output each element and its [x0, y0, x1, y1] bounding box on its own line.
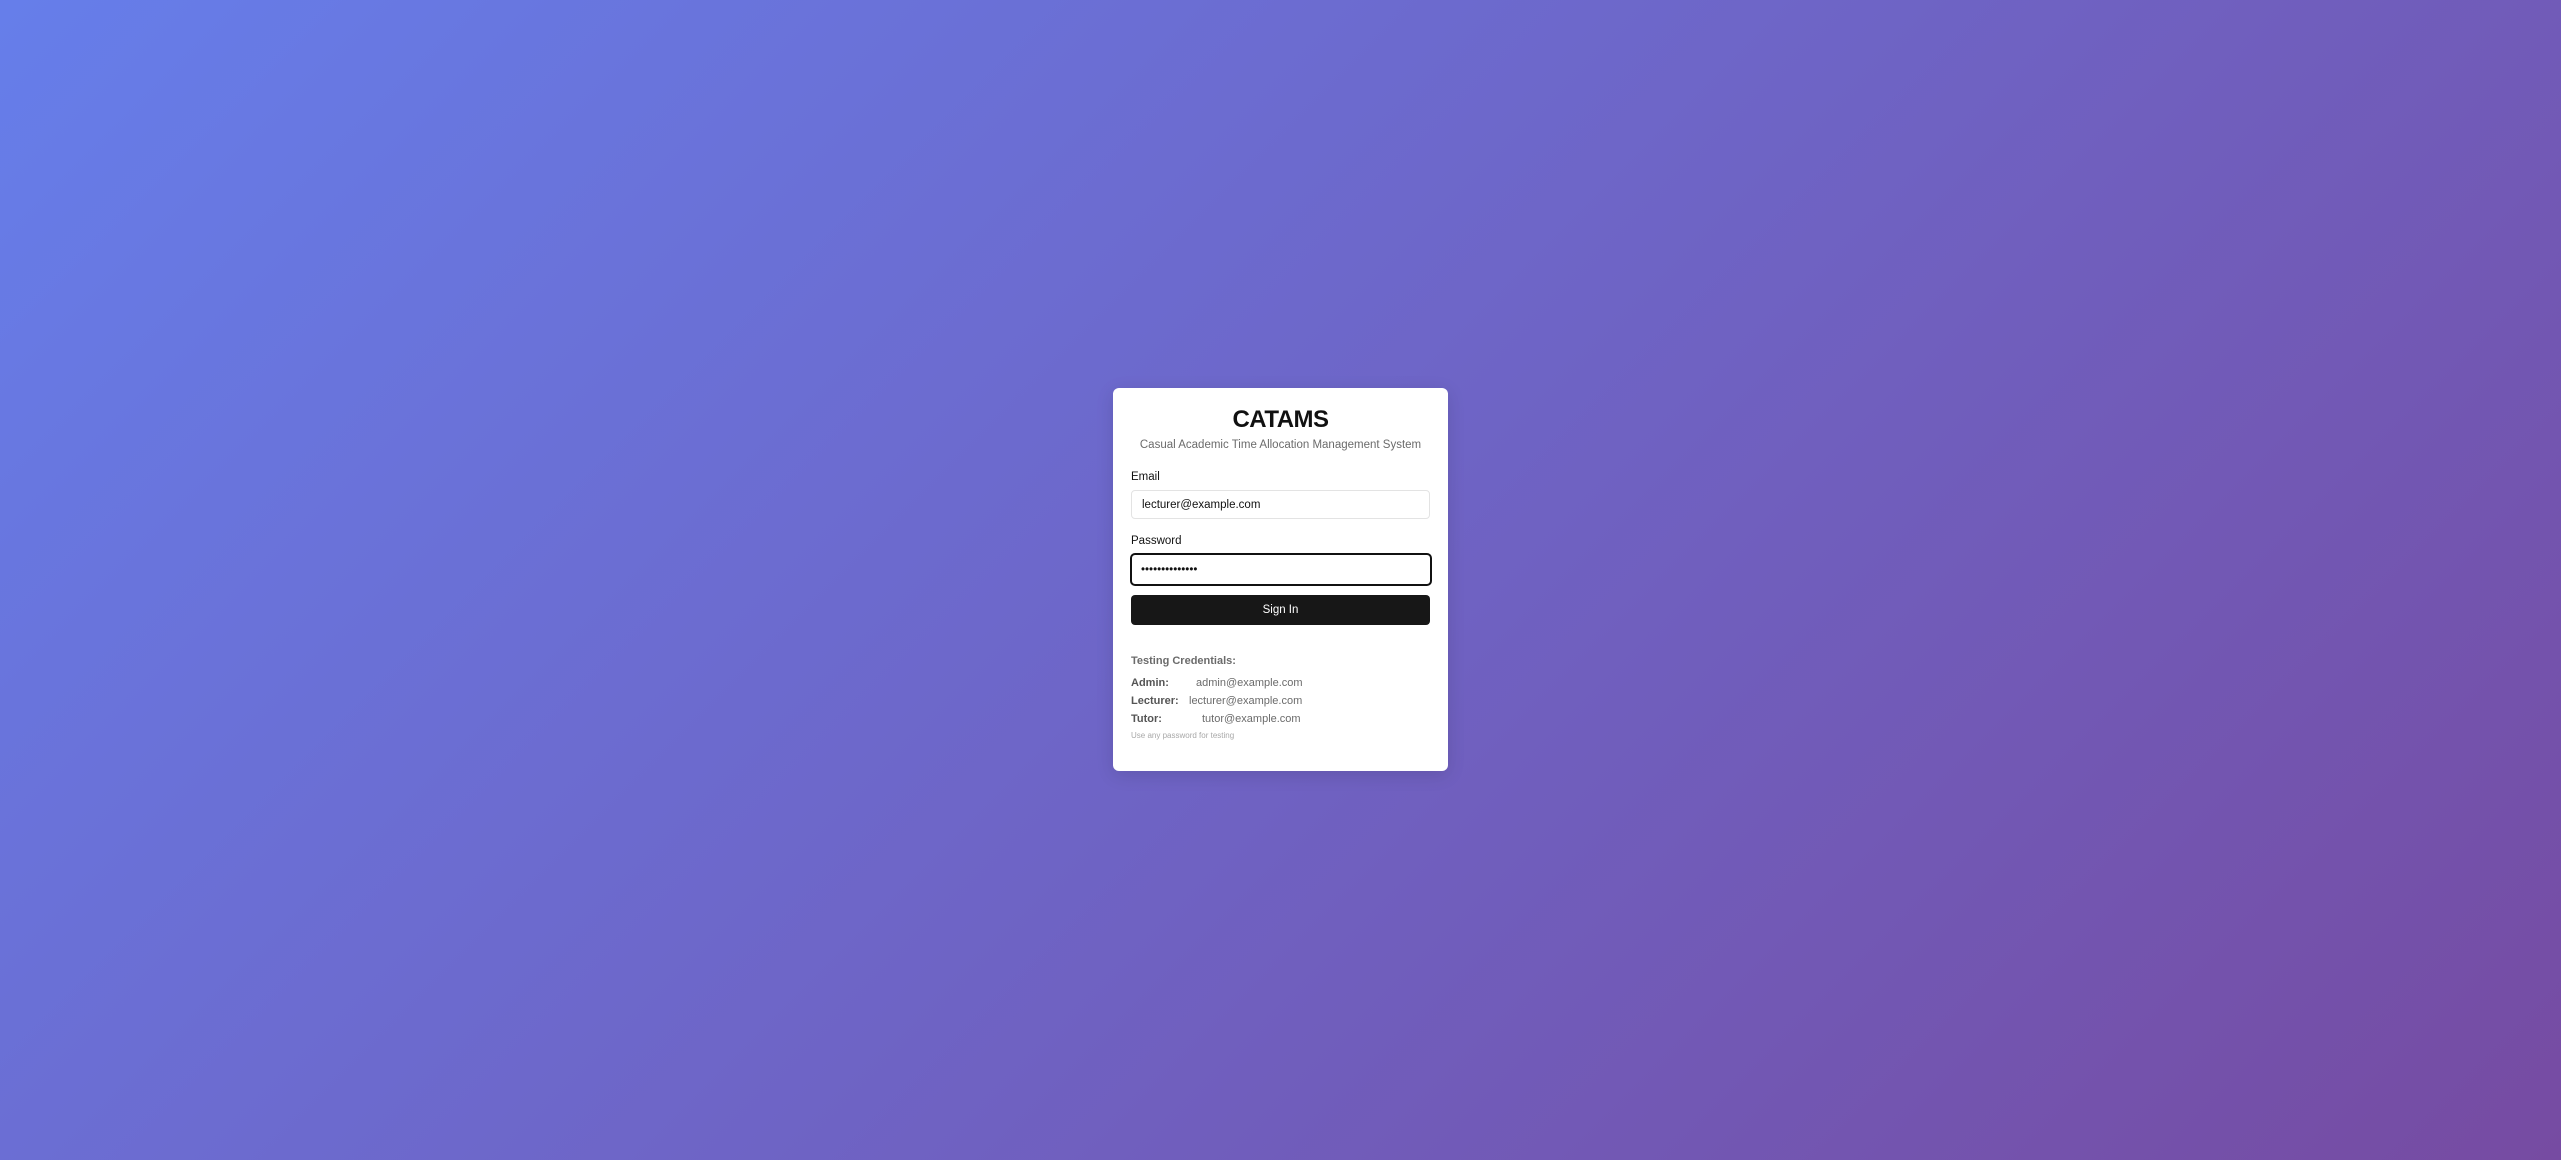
credential-role: Lecturer: [1131, 695, 1179, 707]
password-input[interactable] [1130, 553, 1432, 586]
sign-in-button[interactable]: Sign In [1131, 595, 1430, 625]
credentials-heading: Testing Credentials: [1131, 655, 1236, 667]
credential-email: lecturer@example.com [1189, 695, 1303, 707]
credential-row-lecturer: Lecturer: lecturer@example.com [1131, 692, 1430, 710]
credential-role: Admin: [1131, 677, 1169, 689]
password-label: Password [1131, 535, 1182, 547]
email-input[interactable] [1131, 490, 1430, 519]
credential-email: admin@example.com [1196, 677, 1303, 689]
credential-row-admin: Admin: admin@example.com [1131, 674, 1430, 692]
email-label: Email [1131, 471, 1160, 483]
credentials-note: Use any password for testing [1131, 731, 1235, 740]
credential-email: tutor@example.com [1202, 713, 1301, 725]
credential-role: Tutor: [1131, 713, 1162, 725]
app-subtitle: Casual Academic Time Allocation Manageme… [1139, 439, 1422, 451]
app-title: CATAMS [1232, 406, 1329, 433]
login-form: Email Password Sign In [1130, 470, 1432, 625]
credential-row-tutor: Tutor: tutor@example.com [1131, 710, 1430, 728]
login-card: CATAMS Casual Academic Time Allocation M… [1113, 388, 1448, 771]
testing-credentials: Testing Credentials: Admin: admin@exampl… [1131, 655, 1430, 741]
